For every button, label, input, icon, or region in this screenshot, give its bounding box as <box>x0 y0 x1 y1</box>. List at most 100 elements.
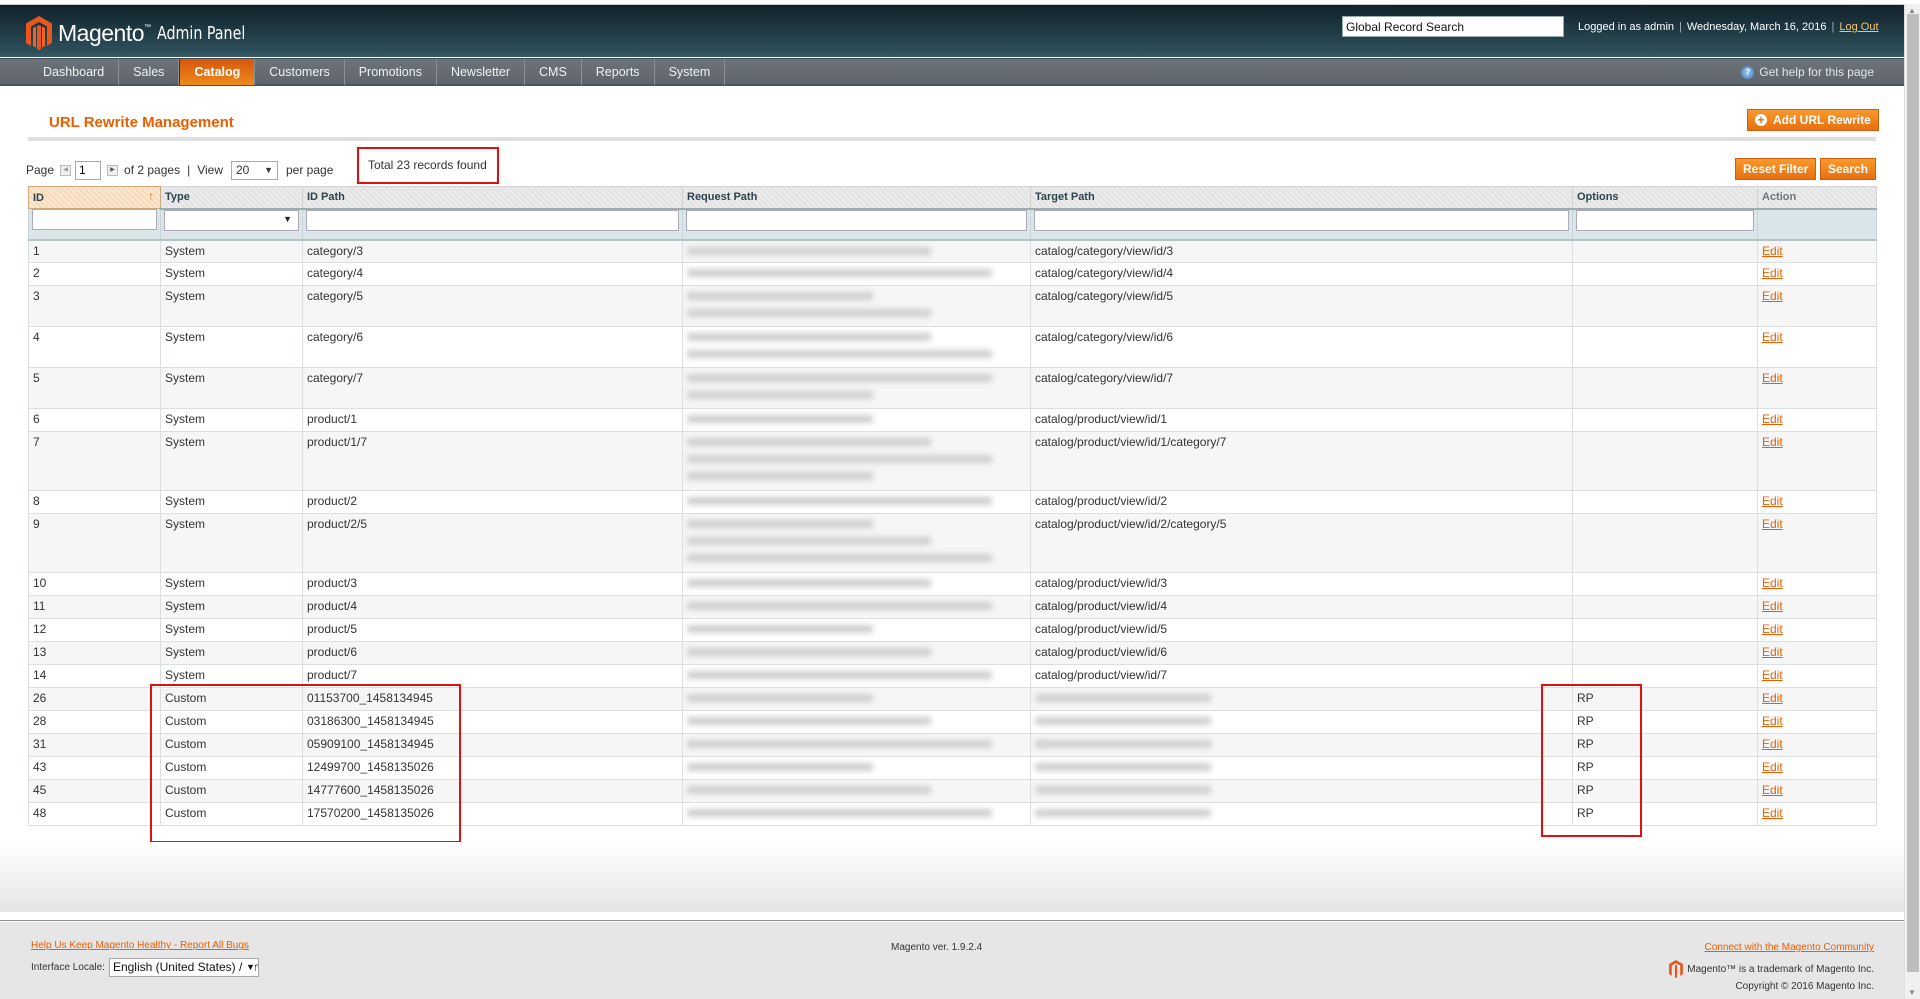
edit-link[interactable]: Edit <box>1762 435 1783 449</box>
sort-ascending-icon: ↑ <box>148 189 154 203</box>
filter-id-input[interactable] <box>32 209 157 230</box>
nav-item-customers[interactable]: Customers <box>255 59 345 85</box>
edit-link[interactable]: Edit <box>1762 714 1783 728</box>
edit-link[interactable]: Edit <box>1762 645 1783 659</box>
cell-id-path: product/4 <box>302 595 683 619</box>
cell-options <box>1572 490 1758 514</box>
table-row[interactable]: 45 Custom 14777600_1458135026 RP Edit <box>28 779 1877 803</box>
column-header-target-path[interactable]: Target Path <box>1030 186 1573 210</box>
edit-link[interactable]: Edit <box>1762 737 1783 751</box>
cell-id-path: product/2/5 <box>302 513 683 573</box>
table-row[interactable]: 14 System product/7 catalog/product/view/id… <box>28 664 1877 688</box>
edit-link[interactable]: Edit <box>1762 371 1783 385</box>
cell-request-path <box>682 367 1031 409</box>
redacted-text <box>687 391 874 399</box>
filter-id-path-input[interactable] <box>306 209 679 231</box>
column-header-type[interactable]: Type <box>160 186 303 210</box>
vertical-scrollbar[interactable]: ▲ ▼ <box>1904 4 1920 999</box>
cell-request-path <box>682 664 1031 688</box>
reset-filter-button[interactable]: Reset Filter <box>1735 158 1817 180</box>
redacted-text <box>687 537 932 545</box>
table-row[interactable]: 10 System product/3 catalog/product/view/id… <box>28 572 1877 596</box>
cell-target-path: catalog/category/view/id/3 <box>1030 239 1573 263</box>
edit-link[interactable]: Edit <box>1762 760 1783 774</box>
edit-link[interactable]: Edit <box>1762 691 1783 705</box>
user-info: Logged in as admin | Wednesday, March 16, … <box>1578 21 1879 33</box>
cell-id: 7 <box>28 431 161 491</box>
chevron-down-icon: ▼ <box>283 213 292 224</box>
nav-item-cms[interactable]: CMS <box>525 59 582 85</box>
edit-link[interactable]: Edit <box>1762 412 1783 426</box>
column-header-request-path[interactable]: Request Path <box>682 186 1031 210</box>
page-number-input[interactable] <box>75 160 102 180</box>
cell-type: Custom <box>160 710 303 734</box>
column-header-id[interactable]: ID ↑ <box>28 186 161 209</box>
next-page-icon[interactable]: ▶ <box>107 164 119 176</box>
edit-link[interactable]: Edit <box>1762 494 1783 508</box>
table-row[interactable]: 5 System category/7 catalog/category/view/i… <box>28 367 1877 409</box>
table-row[interactable]: 9 System product/2/5 catalog/product/view/i… <box>28 513 1877 573</box>
edit-link[interactable]: Edit <box>1762 668 1783 682</box>
table-row[interactable]: 1 System category/3 catalog/category/view/i… <box>28 239 1877 263</box>
edit-link[interactable]: Edit <box>1762 330 1783 344</box>
edit-link[interactable]: Edit <box>1762 244 1783 258</box>
nav-item-catalog[interactable]: Catalog <box>179 59 256 85</box>
edit-link[interactable]: Edit <box>1762 783 1783 797</box>
edit-link[interactable]: Edit <box>1762 599 1783 613</box>
cell-options <box>1572 431 1758 491</box>
column-header-id-path[interactable]: ID Path <box>302 186 683 210</box>
nav-item-newsletter[interactable]: Newsletter <box>437 59 525 85</box>
logo[interactable]: Magento™ Admin Panel <box>26 16 257 50</box>
filter-target-path-input[interactable] <box>1034 209 1569 231</box>
locale-select[interactable]: English (United States) / English▼ <box>108 958 259 977</box>
cell-id-path: category/3 <box>302 239 683 263</box>
edit-link[interactable]: Edit <box>1762 806 1783 820</box>
edit-link[interactable]: Edit <box>1762 289 1783 303</box>
filter-request-path-input[interactable] <box>686 209 1027 231</box>
cell-id: 5 <box>28 367 161 409</box>
column-header-options[interactable]: Options <box>1572 186 1758 210</box>
edit-link[interactable]: Edit <box>1762 622 1783 636</box>
table-row[interactable]: 6 System product/1 catalog/product/view/id/… <box>28 408 1877 432</box>
table-row[interactable]: 13 System product/6 catalog/product/view/id… <box>28 641 1877 665</box>
nav-item-system[interactable]: System <box>655 59 726 85</box>
prev-page-icon[interactable]: ◀ <box>60 164 72 176</box>
edit-link[interactable]: Edit <box>1762 576 1783 590</box>
filter-options-input[interactable] <box>1576 209 1754 231</box>
scrollbar-thumb[interactable] <box>1907 14 1919 972</box>
cell-request-path <box>682 408 1031 432</box>
table-row[interactable]: 12 System product/5 catalog/product/view/id… <box>28 618 1877 642</box>
cell-request-path <box>682 490 1031 514</box>
table-row[interactable]: 3 System category/5 catalog/category/view/i… <box>28 285 1877 327</box>
logout-link[interactable]: Log Out <box>1839 21 1878 33</box>
global-search-input[interactable] <box>1342 16 1564 37</box>
nav-item-dashboard[interactable]: Dashboard <box>29 59 120 85</box>
table-row[interactable]: 48 Custom 17570200_1458135026 RP Edit <box>28 802 1877 826</box>
edit-link[interactable]: Edit <box>1762 517 1783 531</box>
table-row[interactable]: 7 System product/1/7 catalog/product/view/i… <box>28 431 1877 491</box>
redacted-text <box>687 579 932 587</box>
per-page-select[interactable]: 20 ▼ <box>231 160 278 180</box>
table-row[interactable]: 26 Custom 01153700_1458134945 RP Edit <box>28 687 1877 711</box>
table-row[interactable]: 4 System category/6 catalog/category/view/i… <box>28 326 1877 368</box>
nav-item-reports[interactable]: Reports <box>582 59 655 85</box>
table-row[interactable]: 31 Custom 05909100_1458134945 RP Edit <box>28 733 1877 757</box>
table-row[interactable]: 43 Custom 12499700_1458135026 RP Edit <box>28 756 1877 780</box>
report-bugs-link[interactable]: Help Us Keep Magento Healthy - Report Al… <box>31 940 249 951</box>
table-row[interactable]: 11 System product/4 catalog/product/view/id… <box>28 595 1877 619</box>
main-nav: Dashboard Sales Catalog Customers Promotions… <box>0 58 1904 86</box>
help-link[interactable]: ? Get help for this page <box>1741 59 1874 85</box>
table-row[interactable]: 8 System product/2 catalog/product/view/id/… <box>28 490 1877 514</box>
nav-item-sales[interactable]: Sales <box>119 59 180 85</box>
scroll-down-icon[interactable]: ▼ <box>1908 988 1916 997</box>
filter-type-select[interactable]: ▼ <box>164 209 299 231</box>
edit-link[interactable]: Edit <box>1762 266 1783 280</box>
table-row[interactable]: 28 Custom 03186300_1458134945 RP Edit <box>28 710 1877 734</box>
search-button[interactable]: Search <box>1820 158 1877 180</box>
community-link[interactable]: Connect with the Magento Community <box>1704 942 1874 953</box>
nav-item-promotions[interactable]: Promotions <box>345 59 437 85</box>
add-url-rewrite-button[interactable]: + Add URL Rewrite <box>1747 109 1879 131</box>
table-row[interactable]: 2 System category/4 catalog/category/view/i… <box>28 262 1877 286</box>
cell-type: Custom <box>160 802 303 826</box>
cell-id: 14 <box>28 664 161 688</box>
